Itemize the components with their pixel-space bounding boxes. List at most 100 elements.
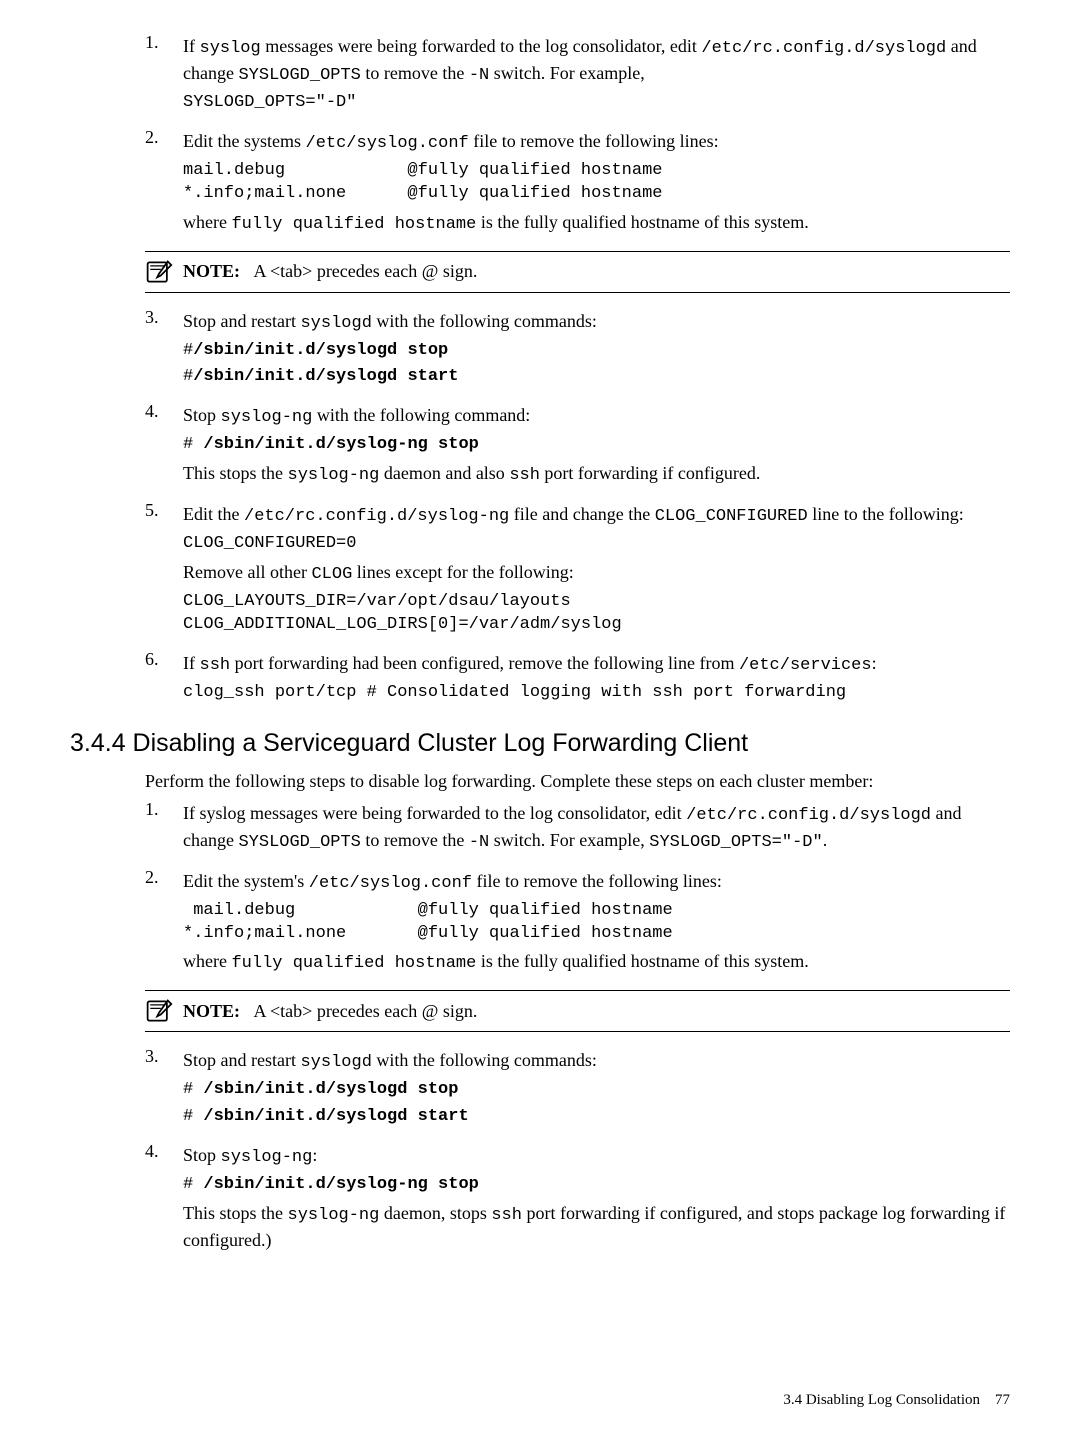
footer-section: 3.4 Disabling Log Consolidation <box>783 1392 980 1408</box>
list-item: 4. Stop syslog-ng with the following com… <box>145 399 1010 492</box>
list-item: 3. Stop and restart syslogd with the fol… <box>145 1044 1010 1133</box>
text: If <box>183 653 200 673</box>
code-inline: SYSLOGD_OPTS="-D" <box>649 833 822 852</box>
text: Remove all other <box>183 562 311 582</box>
step-number: 3. <box>145 305 183 394</box>
text: is the fully qualified hostname of this … <box>476 951 808 971</box>
code-inline: syslog-ng <box>221 408 313 427</box>
code-inline: /etc/rc.config.d/syslog-ng <box>244 507 509 526</box>
code-inline: CLOG <box>311 565 352 584</box>
list-item: 1. If syslog messages were being forward… <box>145 30 1010 119</box>
text: file to remove the following lines: <box>469 131 719 151</box>
note-label: NOTE: <box>183 261 240 281</box>
list-item: 1. If syslog messages were being forward… <box>145 797 1010 859</box>
text: Edit the systems <box>183 131 306 151</box>
list-item: 3. Stop and restart syslogd with the fol… <box>145 305 1010 394</box>
text: port forwarding if configured. <box>540 463 760 483</box>
text: port forwarding had been configured, rem… <box>230 653 739 673</box>
step-body: If ssh port forwarding had been configur… <box>183 647 1010 709</box>
step-number: 4. <box>145 1139 183 1256</box>
text: where <box>183 212 231 232</box>
text: messages were being forwarded to the log… <box>261 36 702 56</box>
section-heading: 3.4.4 Disabling a Serviceguard Cluster L… <box>70 727 1010 761</box>
note-body: A <tab> precedes each @ sign. <box>254 261 478 281</box>
code-inline: -N <box>469 66 489 85</box>
text: with the following command: <box>312 405 530 425</box>
code-block: mail.debug @fully qualified hostname *.i… <box>183 160 1010 206</box>
step-number: 4. <box>145 399 183 492</box>
text: Stop <box>183 1145 221 1165</box>
step-number: 5. <box>145 498 183 641</box>
code-inline: SYSLOGD_OPTS <box>238 833 360 852</box>
code-block: # /sbin/init.d/syslog-ng stop <box>183 1174 1010 1197</box>
code-block: # /sbin/init.d/syslogd start <box>183 1106 1010 1129</box>
text: Stop and restart <box>183 1050 300 1070</box>
code-inline: syslogd <box>300 314 371 333</box>
text: Stop <box>183 405 221 425</box>
text: daemon and also <box>379 463 509 483</box>
code-inline: ssh <box>509 466 540 485</box>
step-body: Edit the systems /etc/syslog.conf file t… <box>183 125 1010 241</box>
section-2-body: Perform the following steps to disable l… <box>70 769 1010 1257</box>
note-body: A <tab> precedes each @ sign. <box>254 1001 478 1021</box>
step-number: 2. <box>145 865 183 981</box>
step-body: If syslog messages were being forwarded … <box>183 797 1010 859</box>
page-content: 1. If syslog messages were being forward… <box>0 0 1080 1256</box>
pencil-note-icon <box>145 997 183 1025</box>
text: is the fully qualified hostname of this … <box>476 212 808 232</box>
main-body: 1. If syslog messages were being forward… <box>70 30 1010 709</box>
divider <box>145 292 1010 293</box>
step-body: Stop syslog-ng: # /sbin/init.d/syslog-ng… <box>183 1139 1010 1256</box>
code-inline: syslog-ng <box>221 1148 313 1167</box>
code-inline: syslog-ng <box>288 466 380 485</box>
note-block: NOTE: A <tab> precedes each @ sign. <box>145 990 1010 1032</box>
text: Stop and restart <box>183 311 300 331</box>
code-inline: /etc/services <box>739 656 872 675</box>
text: file to remove the following lines: <box>472 871 722 891</box>
text: to remove the <box>361 63 469 83</box>
text: file and change the <box>509 504 654 524</box>
code-block: #/sbin/init.d/syslogd stop <box>183 340 1010 363</box>
text: . <box>823 830 828 850</box>
note-block: NOTE: A <tab> precedes each @ sign. <box>145 251 1010 293</box>
code-block: clog_ssh port/tcp # Consolidated logging… <box>183 682 1010 705</box>
text: This stops the <box>183 463 288 483</box>
step-number: 3. <box>145 1044 183 1133</box>
text: : <box>872 653 877 673</box>
text: to remove the <box>361 830 469 850</box>
page-footer: 3.4 Disabling Log Consolidation 77 <box>783 1390 1010 1410</box>
code-inline: SYSLOGD_OPTS <box>238 66 360 85</box>
code-inline: syslog <box>200 39 261 58</box>
text: with the following commands: <box>372 311 597 331</box>
code-inline: ssh <box>491 1206 522 1225</box>
text: This stops the <box>183 1203 288 1223</box>
text: Edit the <box>183 504 244 524</box>
text: : <box>312 1145 317 1165</box>
note-text: NOTE: A <tab> precedes each @ sign. <box>183 259 477 283</box>
text: If <box>183 36 200 56</box>
code-inline: ssh <box>200 656 231 675</box>
step-list-2: 1. If syslog messages were being forward… <box>145 797 1010 981</box>
list-item: 6. If ssh port forwarding had been confi… <box>145 647 1010 709</box>
list-item: 4. Stop syslog-ng: # /sbin/init.d/syslog… <box>145 1139 1010 1256</box>
step-number: 1. <box>145 797 183 859</box>
text: lines except for the following: <box>352 562 573 582</box>
code-block: mail.debug @fully qualified hostname *.i… <box>183 900 1010 946</box>
code-inline: syslog-ng <box>288 1206 380 1225</box>
code-block: CLOG_LAYOUTS_DIR=/var/opt/dsau/layouts C… <box>183 591 1010 637</box>
text: where <box>183 951 231 971</box>
code-inline: /etc/rc.config.d/syslogd <box>686 806 931 825</box>
step-body: If syslog messages were being forwarded … <box>183 30 1010 119</box>
step-list-1: 1. If syslog messages were being forward… <box>145 30 1010 241</box>
footer-page-number: 77 <box>995 1392 1010 1408</box>
list-item: 2. Edit the system's /etc/syslog.conf fi… <box>145 865 1010 981</box>
step-body: Stop and restart syslogd with the follow… <box>183 305 1010 394</box>
step-body: Edit the /etc/rc.config.d/syslog-ng file… <box>183 498 1010 641</box>
list-item: 2. Edit the systems /etc/syslog.conf fil… <box>145 125 1010 241</box>
intro-text: Perform the following steps to disable l… <box>145 769 1010 793</box>
text: If syslog messages were being forwarded … <box>183 803 686 823</box>
code-inline: /etc/rc.config.d/syslogd <box>701 39 946 58</box>
code-inline: syslogd <box>300 1053 371 1072</box>
step-list-2b: 3. Stop and restart syslogd with the fol… <box>145 1044 1010 1256</box>
code-inline: /etc/syslog.conf <box>306 134 469 153</box>
